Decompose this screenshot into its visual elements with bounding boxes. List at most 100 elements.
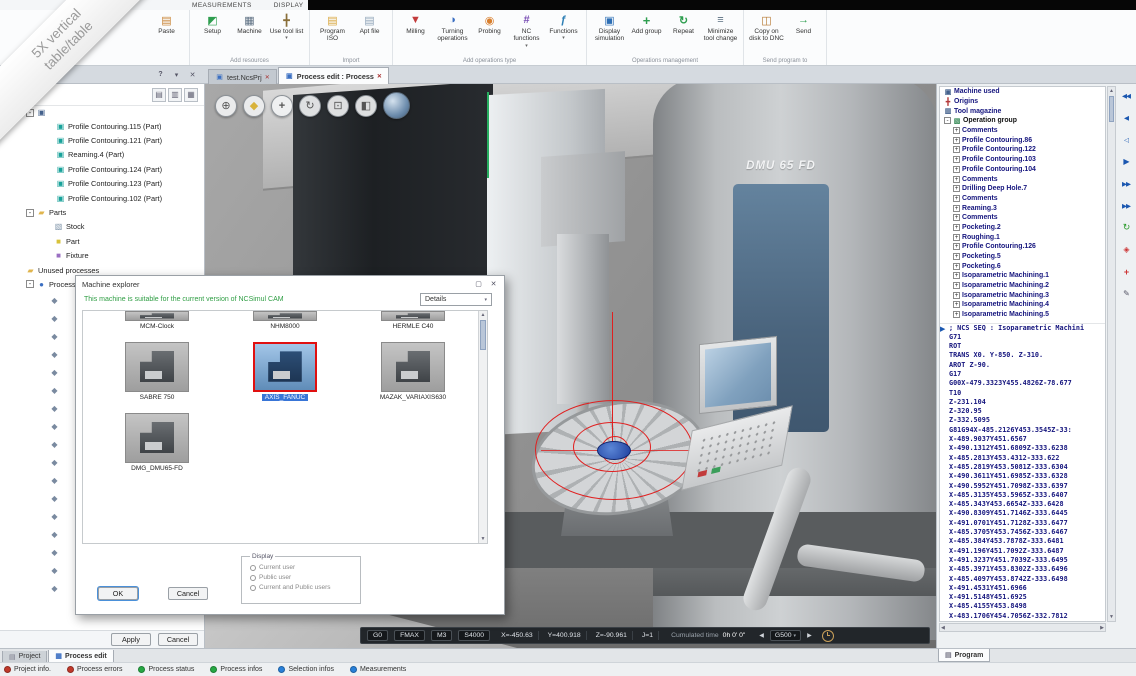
gcode-line[interactable]: X-485.3971Y453.8302Z-333.6496 <box>940 565 1105 574</box>
gcode-line[interactable]: T10 <box>940 389 1105 398</box>
program-horizontal-scrollbar[interactable] <box>939 623 1106 632</box>
gcode-line[interactable]: X-489.9037Y451.6567 <box>940 435 1105 444</box>
gcode-line[interactable]: X-485.4155Y453.8498 <box>940 602 1105 611</box>
process-tree-item[interactable]: Profile Contouring.123 (Part) <box>0 177 204 191</box>
ribbon-button[interactable]: Minimize tool change <box>702 12 739 44</box>
tree-expander[interactable]: + <box>953 253 960 260</box>
machine-item[interactable]: AXIS_FANUC <box>221 330 349 401</box>
ribbon-button[interactable]: Copy on disk to DNC <box>748 12 785 44</box>
loop-icon[interactable] <box>1118 220 1134 235</box>
gcode-line[interactable]: X-485.2819Y453.5081Z-333.6304 <box>940 463 1105 472</box>
gcode-line[interactable]: X-491.4531Y451.6966 <box>940 584 1105 593</box>
fit-icon[interactable] <box>327 95 349 117</box>
machine-item[interactable]: MAZAK_VARIAXIS630 <box>349 330 477 401</box>
tree-expander[interactable]: + <box>953 185 960 192</box>
list-view-icon[interactable] <box>152 88 166 102</box>
program-tree-item[interactable]: + Comments <box>940 194 1105 204</box>
gcode-line[interactable]: G81G94X-485.2126Y453.3545Z-33: <box>940 426 1105 435</box>
process-tree-item[interactable]: Reaming.4 (Part) <box>0 148 204 162</box>
skip-end-icon[interactable] <box>1118 198 1134 213</box>
gcode-line[interactable]: X-491.3237Y451.7039Z-333.6495 <box>940 556 1105 565</box>
tree-expander[interactable]: + <box>953 146 960 153</box>
tree-node[interactable]: Stock <box>0 220 204 234</box>
tree-expander[interactable]: + <box>953 263 960 270</box>
gcode-line[interactable]: X-491.196Y451.7092Z-333.6487 <box>940 547 1105 556</box>
tree-expander[interactable]: + <box>953 282 960 289</box>
gcode-line[interactable]: Z-231.104 <box>940 398 1105 407</box>
ribbon-button[interactable]: Add group <box>628 12 665 36</box>
gcode-line[interactable]: G00X-479.3323Y455.4826Z-78.677 <box>940 379 1105 388</box>
ribbon-button[interactable]: Probing <box>471 12 508 36</box>
display-filter-option[interactable]: Current and Public users <box>250 584 360 591</box>
tree-node[interactable]: Fixture <box>0 249 204 263</box>
machine-item[interactable]: DMG_DMU65-FD <box>93 401 221 472</box>
program-tree-item[interactable]: + Comments <box>940 126 1105 136</box>
program-tree-item[interactable]: + Reaming.3 <box>940 203 1105 213</box>
machine-item[interactable]: HERMLE C40 <box>349 311 477 330</box>
gcode-line[interactable]: X-491.0701Y451.7128Z-333.6477 <box>940 519 1105 528</box>
close-icon[interactable] <box>489 280 498 289</box>
program-tree-item[interactable]: + Isoparametric Machining.3 <box>940 290 1105 300</box>
tree-expander[interactable]: + <box>953 301 960 308</box>
tree-expander[interactable]: + <box>953 243 960 250</box>
prev-offset-icon[interactable] <box>757 632 766 639</box>
gcode-line[interactable]: ; NCS SEQ : Isoparametric Machini <box>940 324 1105 333</box>
gcode-line[interactable]: X-485.343Y453.6654Z-333.6428 <box>940 500 1105 509</box>
process-tree-item[interactable]: Profile Contouring.115 (Part) <box>0 119 204 133</box>
tree-expander[interactable]: + <box>953 311 960 318</box>
edit-icon[interactable] <box>1118 286 1134 301</box>
scrollbar-thumb[interactable] <box>1109 96 1114 122</box>
program-tree-item[interactable]: Machine used <box>940 87 1105 97</box>
tree-expander[interactable]: - <box>26 209 34 217</box>
program-tree-item[interactable]: + Isoparametric Machining.4 <box>940 300 1105 310</box>
tree-expander[interactable]: + <box>953 195 960 202</box>
view-sphere-icon[interactable] <box>383 92 410 119</box>
status-item[interactable]: Process status <box>138 666 194 673</box>
cube-icon[interactable] <box>243 95 265 117</box>
ribbon-button[interactable]: Machine <box>231 12 268 36</box>
ribbon-tab[interactable]: MEASUREMENTS <box>192 2 252 9</box>
ok-button[interactable]: OK <box>98 587 138 600</box>
program-tree-item[interactable]: + Profile Contouring.122 <box>940 145 1105 155</box>
scroll-down-icon[interactable] <box>1108 613 1115 621</box>
dialog-titlebar[interactable]: Machine explorer <box>76 276 504 292</box>
status-item[interactable]: Measurements <box>350 666 406 673</box>
machine-item[interactable]: SABRE 750 <box>93 330 221 401</box>
program-tree-item[interactable]: + Drilling Deep Hole.7 <box>940 184 1105 194</box>
machine-grid-scrollbar[interactable] <box>478 311 487 543</box>
gcode-line[interactable]: Z-320.95 <box>940 407 1105 416</box>
program-tree-item[interactable]: + Profile Contouring.104 <box>940 165 1105 175</box>
play-icon[interactable] <box>1118 154 1134 169</box>
ribbon-button[interactable]: Setup <box>194 12 231 36</box>
help-icon[interactable] <box>156 70 165 79</box>
tree-expander[interactable]: + <box>953 137 960 144</box>
window-icon[interactable] <box>474 280 483 289</box>
display-filter-option[interactable]: Current user <box>250 564 360 571</box>
status-item[interactable]: Process errors <box>67 666 123 673</box>
display-filter-option[interactable]: Public user <box>250 574 360 581</box>
tree-expander[interactable]: + <box>953 205 960 212</box>
tab-close-icon[interactable] <box>265 74 270 81</box>
program-vertical-scrollbar[interactable] <box>1107 86 1116 622</box>
ribbon-button[interactable]: NC functions ▾ <box>508 12 545 49</box>
gcode-line[interactable]: X-490.8309Y451.7146Z-333.6445 <box>940 509 1105 518</box>
apply-button[interactable]: Apply <box>111 633 151 646</box>
gcode-line[interactable]: X-485.3135Y453.5965Z-333.6407 <box>940 491 1105 500</box>
dropdown-icon[interactable] <box>172 70 181 79</box>
program-tree-item[interactable]: + Comments <box>940 213 1105 223</box>
status-item[interactable]: Project info. <box>4 666 51 673</box>
ribbon-button[interactable]: Turning operations <box>434 12 471 44</box>
program-tree-item[interactable]: + Pocketing.2 <box>940 223 1105 233</box>
program-tree-item[interactable]: Origins <box>940 97 1105 107</box>
gcode-line[interactable]: X-485.4097Y453.8742Z-333.6498 <box>940 575 1105 584</box>
gcode-line[interactable]: X-490.1312Y451.6809Z-333.6238 <box>940 444 1105 453</box>
tree-node[interactable]: Part <box>0 234 204 248</box>
gcode-line[interactable]: Z-332.5095 <box>940 416 1105 425</box>
program-tree-item[interactable]: + Profile Contouring.103 <box>940 155 1105 165</box>
fast-back-icon[interactable] <box>1118 110 1134 125</box>
step-back-icon[interactable] <box>1118 132 1134 147</box>
program-tree-item[interactable]: + Pocketing.5 <box>940 252 1105 262</box>
details-dropdown[interactable]: Details <box>420 293 492 306</box>
ribbon-tab[interactable]: DISPLAY <box>274 2 304 9</box>
bottom-tab-program[interactable]: Program <box>938 649 990 662</box>
